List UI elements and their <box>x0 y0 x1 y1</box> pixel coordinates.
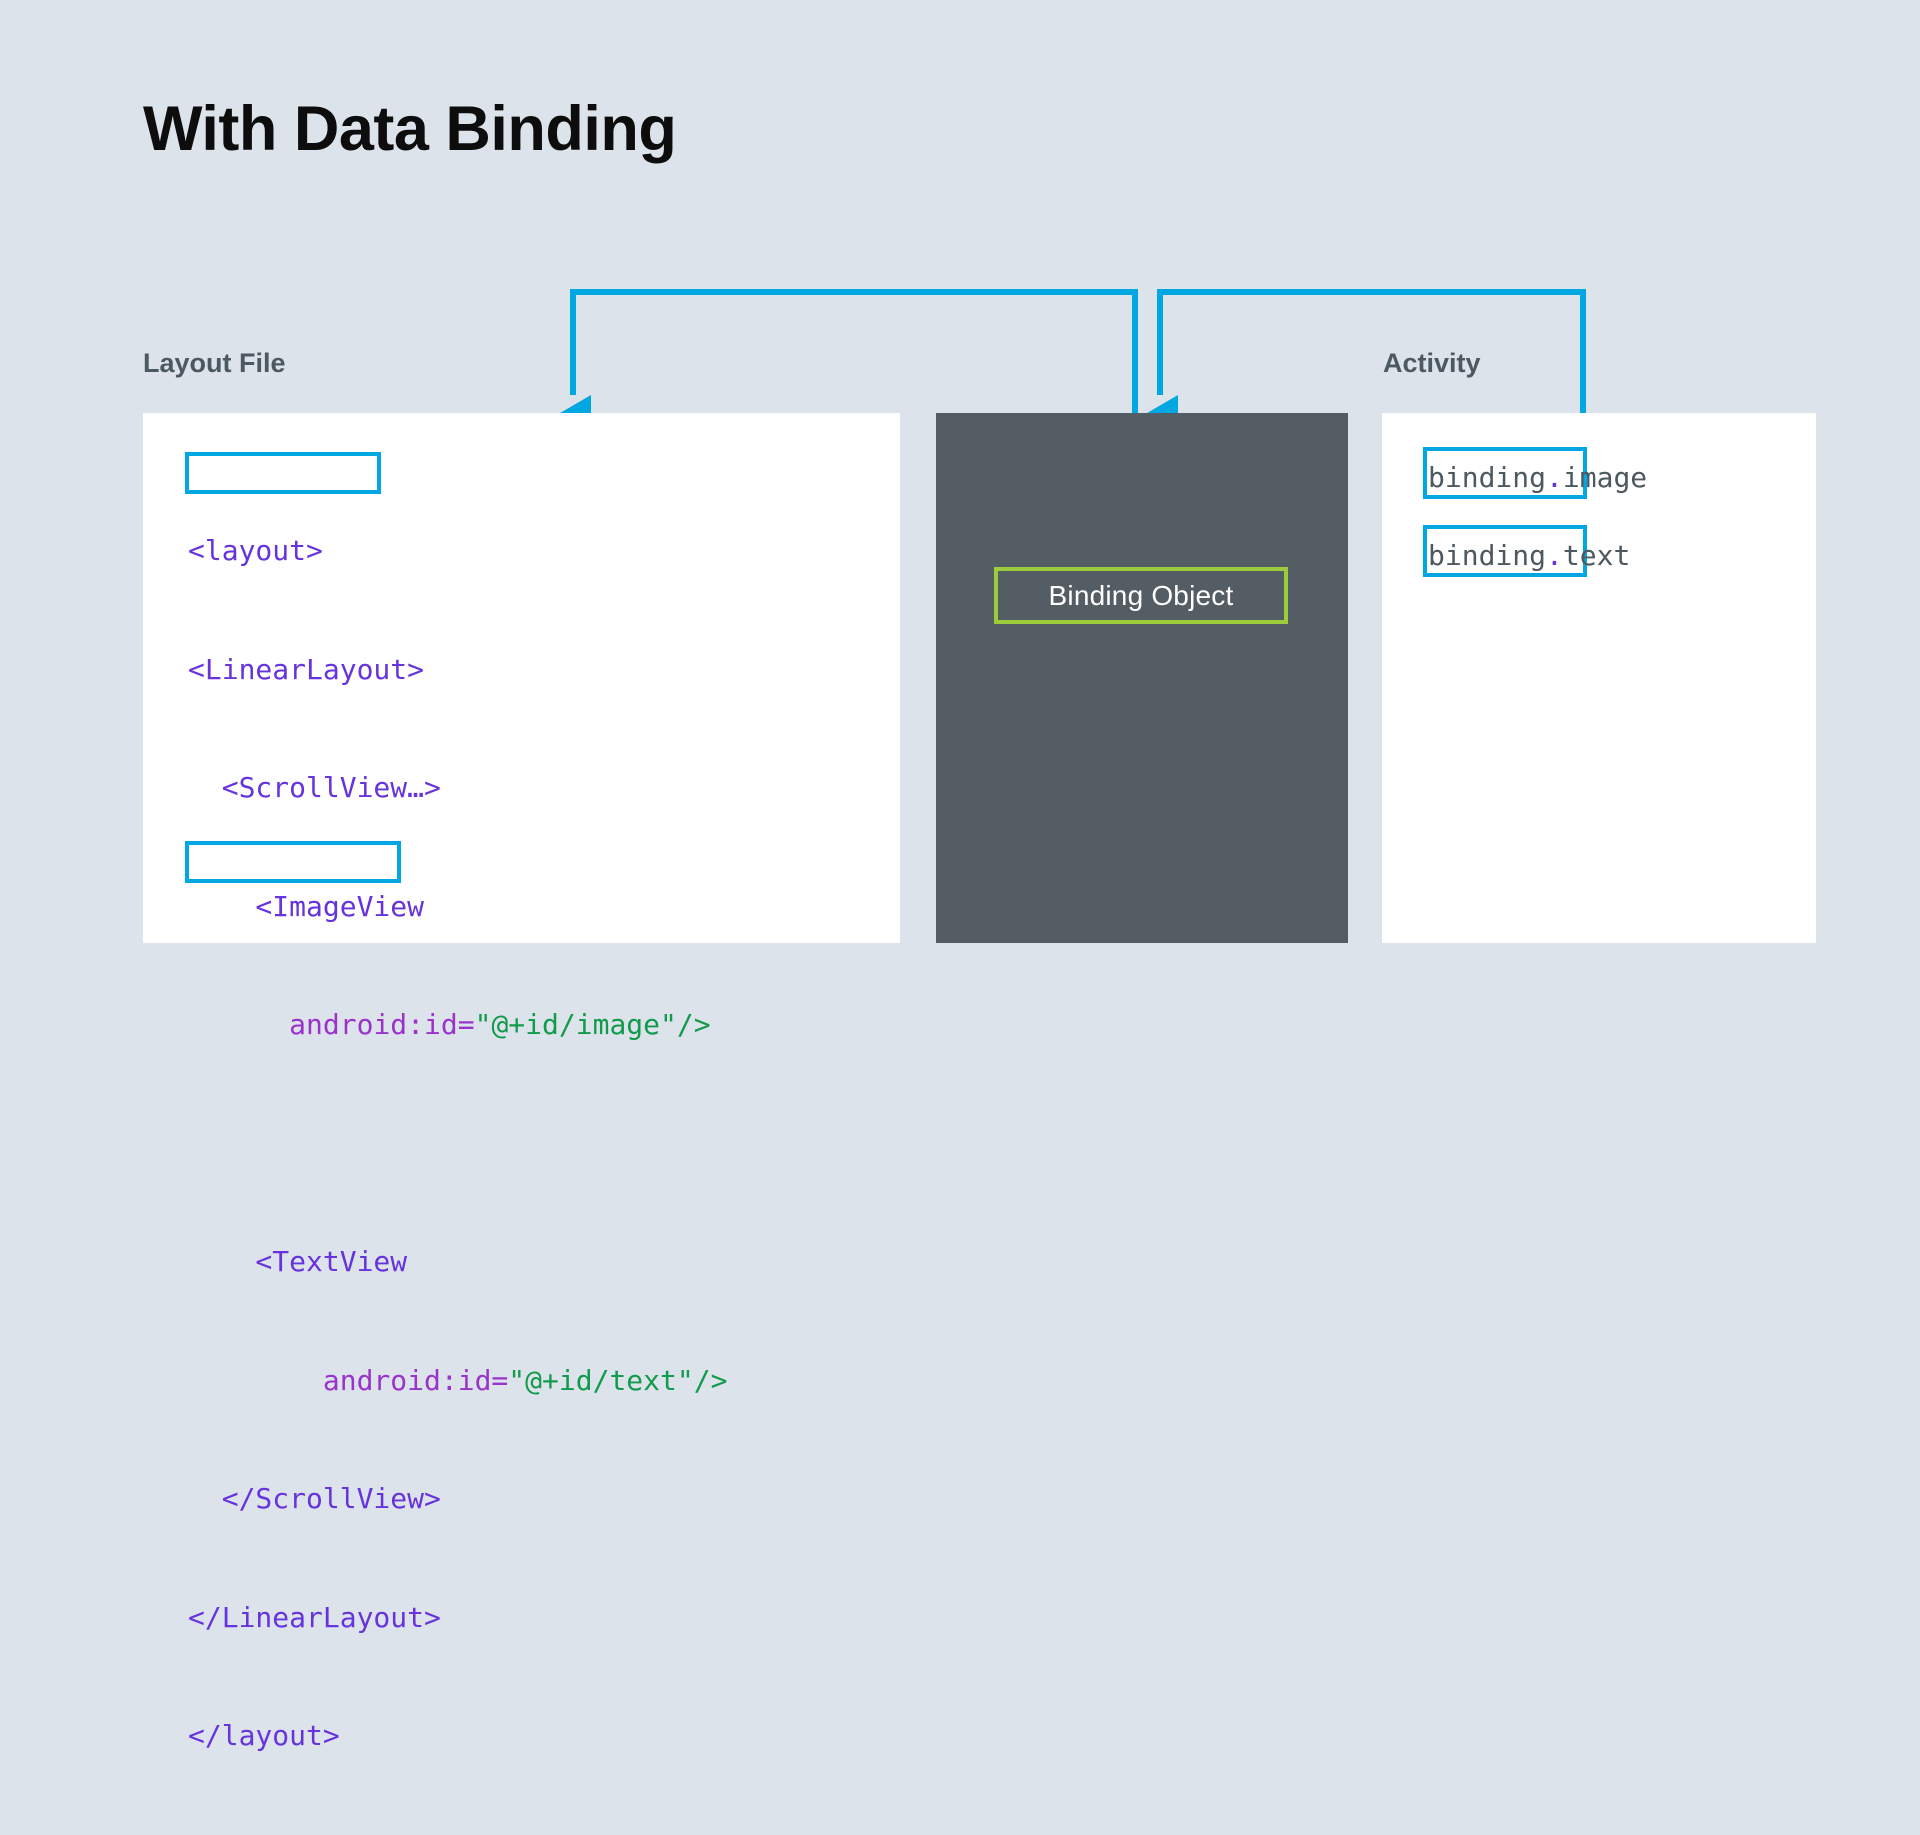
code-token-tag: <ImageView <box>188 889 425 923</box>
activity-ref-property: image <box>1562 461 1648 494</box>
activity-ref-object: binding <box>1428 539 1547 572</box>
connector-layout-to-binding-path <box>555 289 1138 437</box>
layout-file-code-block: <layout> <LinearLayout> <ScrollView…> <I… <box>188 452 727 1835</box>
code-line-blank <box>188 1124 727 1164</box>
section-label-activity: Activity <box>1383 348 1481 378</box>
code-token-attr: android:id= <box>322 1363 509 1397</box>
diagram-canvas: With Data Binding Layout File Activity <… <box>0 0 1920 1752</box>
section-label-layout-file: Layout File <box>143 348 286 378</box>
code-token-tag: <ScrollView…> <box>188 771 441 804</box>
code-token-blank <box>188 1127 205 1160</box>
code-token-tag: </layout> <box>188 1719 340 1752</box>
code-line: </ScrollView> <box>188 1479 727 1519</box>
code-line: <layout> <box>188 531 727 571</box>
code-token-selfclose: /> <box>693 1363 728 1397</box>
binding-object-chip: Binding Object <box>994 567 1288 624</box>
code-token-tag: <layout> <box>188 534 323 567</box>
code-token-selfclose: /> <box>676 1008 711 1041</box>
code-token-tag: <TextView <box>188 1245 408 1278</box>
code-token-indent <box>188 1364 323 1397</box>
code-line: android:id="@+id/image"/> <box>188 1005 727 1045</box>
code-line: <LinearLayout> <box>188 650 727 690</box>
code-line: <ImageView <box>188 887 727 927</box>
page-title: With Data Binding <box>143 94 677 164</box>
binding-object-panel <box>936 413 1348 943</box>
activity-ref-dot: . <box>1546 539 1563 572</box>
code-line: </layout> <box>188 1716 727 1756</box>
code-token-tag: <LinearLayout> <box>188 652 425 686</box>
activity-ref-property: text <box>1562 539 1631 572</box>
code-line: <TextView <box>188 1242 727 1282</box>
code-line: android:id="@+id/text"/> <box>188 1361 728 1401</box>
code-token-string: "@+id/image" <box>474 1008 677 1041</box>
code-token-tag: </LinearLayout> <box>188 1600 441 1634</box>
activity-ref-object: binding <box>1428 461 1547 494</box>
code-line: <ScrollView…> <box>188 768 727 808</box>
code-token-tag: </ScrollView> <box>188 1482 441 1515</box>
activity-ref-binding-image: binding.image <box>1428 464 1647 492</box>
code-line: </LinearLayout> <box>188 1598 727 1638</box>
code-token-attr: android:id= <box>289 1008 475 1041</box>
code-token-indent <box>188 1008 289 1041</box>
binding-object-chip-label: Binding Object <box>1048 579 1234 611</box>
code-token-string: "@+id/text" <box>508 1363 694 1397</box>
activity-ref-dot: . <box>1546 461 1563 494</box>
activity-ref-binding-text: binding.text <box>1428 542 1630 570</box>
connector-binding-to-activity-path <box>1142 289 1586 437</box>
